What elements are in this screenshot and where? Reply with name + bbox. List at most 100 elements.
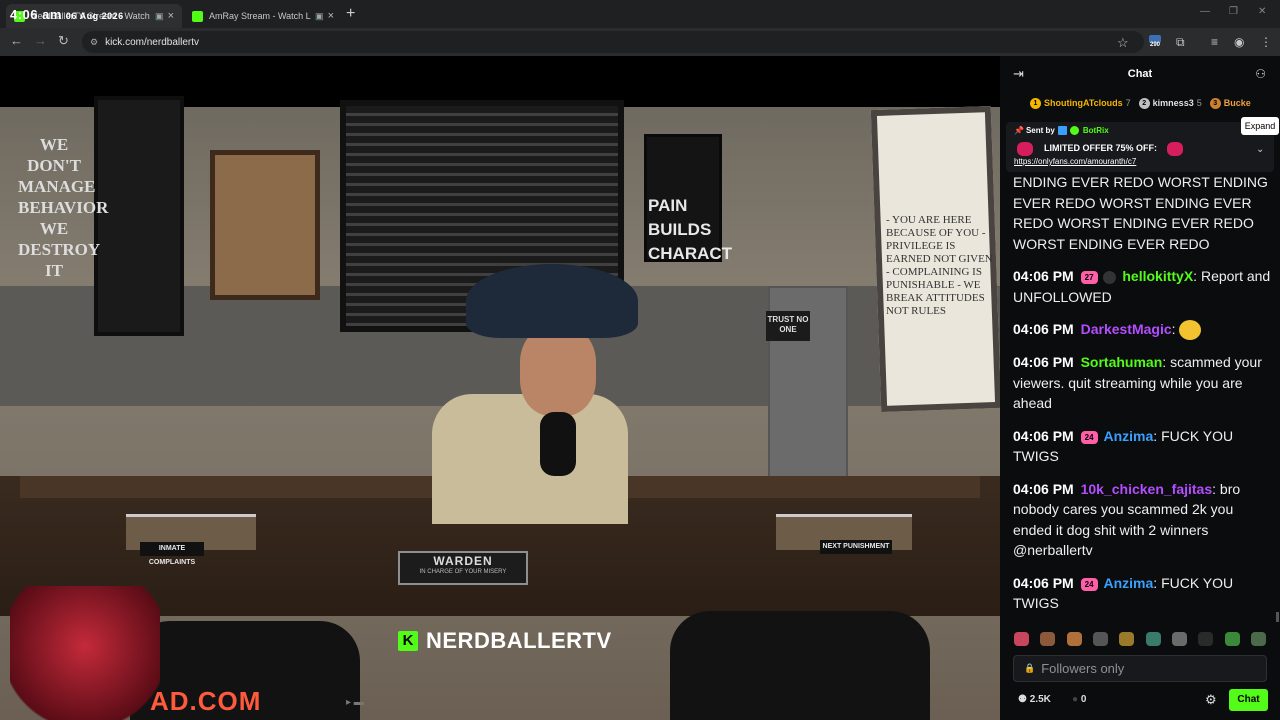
subscriber-badge: 24 xyxy=(1080,577,1098,591)
pinned-text: LIMITED OFFER 75% OFF: xyxy=(1044,143,1158,153)
emote-icon[interactable] xyxy=(1198,632,1214,646)
close-window-icon[interactable]: ✕ xyxy=(1258,6,1266,17)
url-text: kick.com/nerdballertv xyxy=(105,36,199,48)
wanted-board xyxy=(210,150,320,300)
chair-right xyxy=(670,611,930,720)
pinned-emote-icon xyxy=(1167,142,1183,156)
chat-message: ENDING EVER REDO WORST ENDING EVER REDO … xyxy=(1013,172,1271,254)
chat-message: 04:06 PM 24 Anzima: FUCK YOU TWIGS xyxy=(1013,427,1234,465)
viewer-count: ⚉ 2.5K xyxy=(1018,694,1051,705)
pinned-bot-name: BotRix xyxy=(1082,126,1109,135)
address-bar-row: ← → ↻ ⚙ kick.com/nerdballertv ☆ ⧉ ≡ ◉ ⋮ xyxy=(0,28,1280,56)
message-username[interactable]: hellokittyX xyxy=(1122,268,1193,284)
message-username[interactable]: 10k_chicken_fajitas xyxy=(1081,481,1213,497)
site-info-icon[interactable]: ⚙ xyxy=(90,37,98,48)
video-player[interactable]: WE DON'T MANAGE BEHAVIOR WE DESTROY IT P… xyxy=(0,56,1000,720)
channel-banner: K NERDBALLERTV xyxy=(398,628,612,654)
top-gifters: 1 ShoutingATclouds 7 2 kimness3 5 3 Buck… xyxy=(1000,92,1280,114)
gifter-name: ShoutingATclouds xyxy=(1044,98,1123,108)
send-chat-button[interactable]: Chat xyxy=(1229,689,1268,711)
message-time: 04:06 PM xyxy=(1013,427,1074,444)
pinned-link[interactable]: https://onlyfans.com/amouranth/c7 xyxy=(1014,157,1136,166)
tab-label: AmRay Stream - Watch Live xyxy=(209,11,312,21)
streamer-shirt xyxy=(432,394,628,524)
cursor-icon: ▸ ▬ xyxy=(346,697,364,708)
subscriber-badge: 27 xyxy=(1080,270,1098,284)
message-username[interactable]: DarkestMagic xyxy=(1081,321,1172,337)
chat-message: 04:06 PM 24 Anzima: FUCK YOU TWIGS xyxy=(1013,574,1234,612)
gifter-1[interactable]: 1 ShoutingATclouds 7 xyxy=(1030,97,1131,109)
chat-header: Chat xyxy=(1000,56,1280,92)
extensions-icon[interactable]: ⧉ xyxy=(1176,35,1185,50)
reload-icon[interactable]: ↻ xyxy=(58,33,69,49)
emote-icon[interactable] xyxy=(1250,632,1266,646)
new-tab-button[interactable]: + xyxy=(346,5,355,23)
gifter-3[interactable]: 3 Bucke xyxy=(1209,97,1251,109)
close-tab-icon[interactable]: × xyxy=(168,10,174,22)
bot-badge-icon xyxy=(1069,126,1079,135)
trust-sign: TRUST NO ONE xyxy=(766,311,810,341)
tab-bar: NerdBallerTV Stream - Watch ▣ × AmRay St… xyxy=(0,0,1280,28)
emote-icon[interactable] xyxy=(1171,632,1187,646)
message-time: 04:06 PM xyxy=(1013,321,1074,337)
chevron-down-icon[interactable]: ⌄ xyxy=(1256,144,1264,155)
gifter-count: 7 xyxy=(1125,98,1131,108)
pin-icon: 📌 xyxy=(1014,126,1024,135)
chat-message: 04:06 PM DarkestMagic: xyxy=(1013,319,1271,341)
close-tab-icon[interactable]: × xyxy=(328,10,334,22)
chat-message: 04:06 PM 27 hellokittyX: Report and UNFO… xyxy=(1013,268,1271,305)
cowboy-hat xyxy=(466,264,638,338)
message-username[interactable]: Anzima xyxy=(1103,575,1153,591)
emote-icon[interactable] xyxy=(1224,632,1240,646)
pinned-sent-by: Sent by xyxy=(1025,126,1055,135)
tray-right-label: NEXT PUNISHMENT xyxy=(820,540,892,554)
emote-icon[interactable] xyxy=(1145,632,1161,646)
kick-favicon-icon xyxy=(192,10,203,22)
extension-badge-icon[interactable]: 290 xyxy=(1149,35,1163,49)
gear-icon[interactable]: ⚙ xyxy=(1205,692,1217,708)
reminders-text: - YOU ARE HERE BECAUSE OF YOU - PRIVILEG… xyxy=(886,214,993,317)
menu-icon[interactable]: ⋮ xyxy=(1260,35,1272,49)
expand-tooltip: Expand xyxy=(1241,117,1279,135)
gifter-2[interactable]: 2 kimness3 5 xyxy=(1138,97,1202,109)
emote-icon[interactable] xyxy=(1119,632,1135,646)
chat-scrollbar[interactable] xyxy=(1276,612,1279,622)
poster-text: WE DON'T MANAGE BEHAVIOR WE DESTROY IT xyxy=(18,135,109,280)
media-icon[interactable]: ≡ xyxy=(1211,35,1218,49)
message-time: 04:06 PM xyxy=(1013,480,1074,497)
back-icon[interactable]: ← xyxy=(10,33,23,48)
maximize-icon[interactable]: ❐ xyxy=(1229,6,1238,17)
url-field[interactable]: ⚙ kick.com/nerdballertv xyxy=(82,31,1144,53)
chat-message: 04:06 PM Sortahuman: scammed your viewer… xyxy=(1013,354,1262,412)
tab-amray[interactable]: AmRay Stream - Watch Live ▣ × xyxy=(184,4,342,28)
message-username[interactable]: Anzima xyxy=(1103,428,1153,444)
clock-date: 06 Aug 2026 xyxy=(65,11,124,21)
users-icon[interactable]: ⚇ xyxy=(1255,67,1266,81)
emote-icon[interactable] xyxy=(1092,632,1108,646)
gifter-rank-badge: 1 xyxy=(1030,97,1041,109)
secondary-count: ● 0 xyxy=(1072,694,1086,705)
chat-input[interactable]: 🔒 Followers only xyxy=(1013,655,1267,682)
gifter-name: Bucke xyxy=(1223,98,1251,108)
emote-icon[interactable] xyxy=(1040,632,1056,646)
pinned-header: 📌 Sent by BotRix xyxy=(1014,126,1109,135)
emote-icon[interactable] xyxy=(1014,632,1029,646)
pinned-emote-icon xyxy=(1017,142,1033,156)
gaming-chair xyxy=(10,586,160,720)
clock-time: 4:06 am xyxy=(10,7,62,22)
message-time: 04:06 PM xyxy=(1013,354,1074,371)
gifter-count: 5 xyxy=(1196,98,1202,108)
streamer-face xyxy=(520,326,596,416)
nameplate-sub: IN CHARGE OF YOUR MISERY xyxy=(419,569,507,575)
minimize-icon[interactable]: — xyxy=(1200,6,1210,17)
message-username[interactable]: Sortahuman xyxy=(1081,354,1163,370)
clock-overlay: 4:06 am 06 Aug 2026 xyxy=(10,7,124,22)
channel-name: NERDBALLERTV xyxy=(426,628,612,653)
message-time: 04:06 PM xyxy=(1013,268,1074,284)
viewers-icon: ⚉ xyxy=(1018,694,1027,705)
bookmark-star-icon[interactable]: ☆ xyxy=(1117,35,1129,51)
audio-icon: ▣ xyxy=(315,10,324,21)
forward-icon[interactable]: → xyxy=(34,33,47,48)
profile-icon[interactable]: ◉ xyxy=(1234,35,1244,49)
emote-icon[interactable] xyxy=(1066,632,1082,646)
